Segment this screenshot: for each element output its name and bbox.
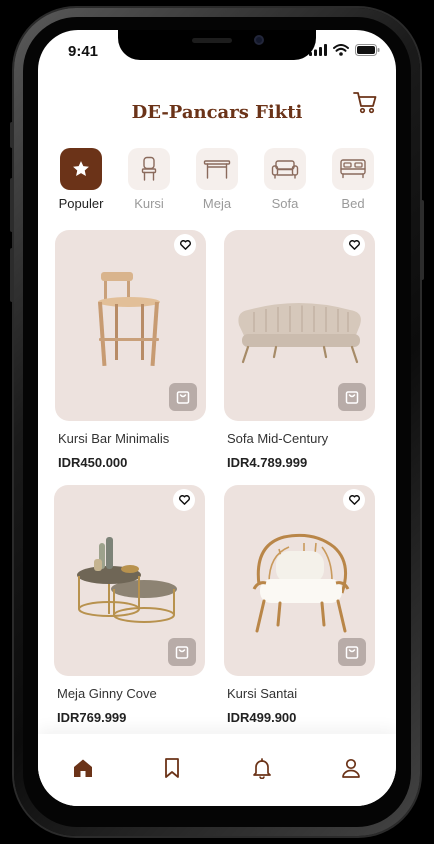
app-title: DE-Pancars Fikti	[131, 102, 303, 123]
side-button-mute	[10, 122, 14, 148]
heart-icon	[348, 240, 360, 250]
product-card[interactable]: Meja Ginny Cove IDR769.999	[54, 485, 205, 725]
nav-profile[interactable]	[336, 754, 366, 782]
bookmark-icon	[165, 758, 180, 778]
product-card[interactable]: Kursi Santai IDR499.900	[224, 485, 375, 725]
shopping-bag-icon	[175, 646, 189, 659]
status-time: 9:41	[68, 43, 99, 60]
product-name: Kursi Bar Minimalis	[58, 431, 170, 446]
battery-icon	[355, 44, 380, 56]
product-price: IDR450.000	[58, 455, 128, 470]
category-icon-box	[128, 148, 170, 190]
product-image	[55, 230, 206, 421]
category-meja[interactable]: Meja	[186, 148, 248, 211]
category-bed[interactable]: Bed	[322, 148, 384, 211]
nav-saved[interactable]	[157, 754, 187, 782]
star-icon	[73, 161, 89, 176]
add-to-cart-button[interactable]	[338, 638, 366, 666]
add-to-cart-button[interactable]	[169, 383, 197, 411]
status-icons	[309, 44, 380, 56]
category-label: Bed	[341, 196, 365, 211]
category-tabs: Populer Kursi Meja Sofa Bed	[50, 148, 384, 211]
bottom-nav	[38, 734, 396, 806]
category-sofa[interactable]: Sofa	[254, 148, 316, 211]
product-price: IDR769.999	[57, 710, 127, 725]
category-label: Kursi	[134, 196, 164, 211]
home-icon	[73, 759, 92, 777]
product-image	[224, 230, 375, 421]
category-label: Populer	[58, 196, 104, 211]
app-screen: 9:41 DE-Pancars Fikti Populer Kursi Meja…	[38, 30, 396, 806]
add-to-cart-button[interactable]	[338, 383, 366, 411]
category-populer[interactable]: Populer	[50, 148, 112, 211]
shopping-bag-icon	[345, 391, 359, 404]
notch	[118, 30, 316, 60]
side-button-power	[420, 200, 424, 280]
favorite-button[interactable]	[343, 234, 365, 256]
product-card[interactable]: Kursi Bar Minimalis IDR450.000	[55, 230, 206, 470]
category-icon-box	[196, 148, 238, 190]
product-image	[54, 485, 205, 676]
category-label: Sofa	[271, 196, 299, 211]
favorite-button[interactable]	[174, 234, 196, 256]
product-image	[224, 485, 375, 676]
side-button-volume-down	[10, 248, 14, 302]
bell-icon	[252, 758, 271, 779]
profile-icon	[342, 758, 361, 778]
cart-icon	[353, 92, 377, 114]
table-icon	[203, 160, 231, 179]
speaker	[192, 38, 232, 43]
product-name: Meja Ginny Cove	[57, 686, 157, 701]
nav-home[interactable]	[68, 754, 98, 782]
product-name: Kursi Santai	[227, 686, 298, 701]
heart-icon	[348, 495, 360, 505]
chair-icon	[141, 156, 157, 181]
side-button-volume-up	[10, 178, 14, 232]
sofa-icon	[271, 160, 299, 179]
product-price: IDR499.900	[227, 710, 297, 725]
product-price: IDR4.789.999	[227, 455, 308, 470]
category-label: Meja	[202, 196, 232, 211]
product-card[interactable]: Sofa Mid-Century IDR4.789.999	[224, 230, 375, 470]
add-to-cart-button[interactable]	[168, 638, 196, 666]
shopping-bag-icon	[176, 391, 190, 404]
heart-icon	[179, 240, 191, 250]
product-name: Sofa Mid-Century	[227, 431, 329, 446]
front-camera	[254, 35, 264, 45]
category-icon-box	[264, 148, 306, 190]
shopping-bag-icon	[345, 646, 359, 659]
wifi-icon	[333, 44, 349, 56]
favorite-button[interactable]	[173, 489, 195, 511]
favorite-button[interactable]	[343, 489, 365, 511]
category-icon-box	[60, 148, 102, 190]
bed-icon	[340, 159, 366, 179]
category-icon-box	[332, 148, 374, 190]
heart-icon	[178, 495, 190, 505]
category-kursi[interactable]: Kursi	[118, 148, 180, 211]
cart-button[interactable]	[352, 90, 378, 116]
nav-notifications[interactable]	[247, 754, 277, 782]
